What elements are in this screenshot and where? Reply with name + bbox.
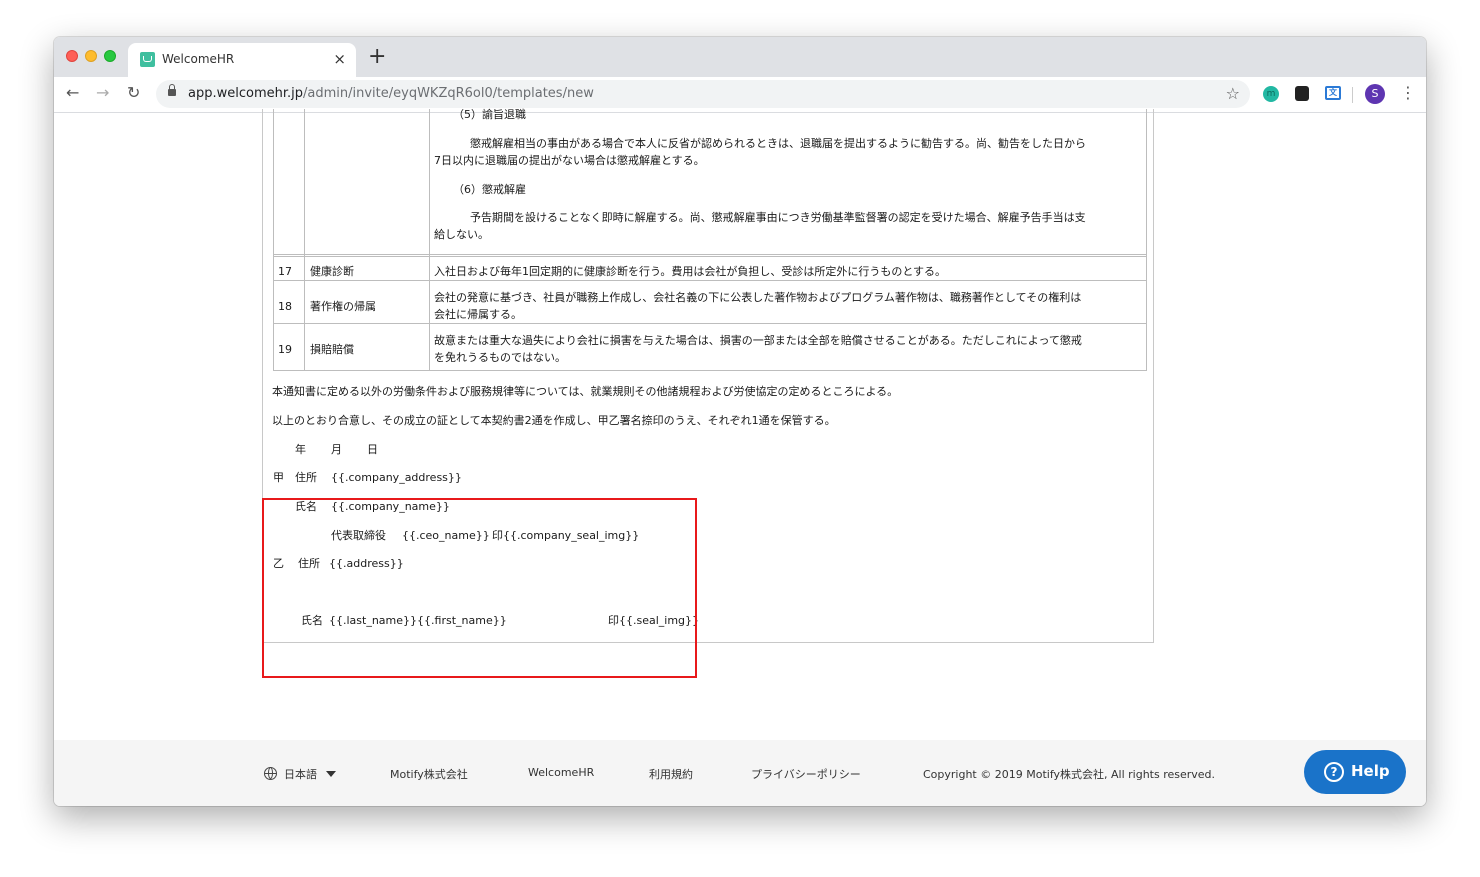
chevron-down-icon[interactable] [326,771,336,777]
date-month-label: 月 [331,443,342,456]
company-address-placeholder: {{.company_address}} [331,471,462,484]
url-host: app.welcomehr.jp [188,86,303,101]
forward-button[interactable]: → [96,83,109,103]
table-row-title: 損賠賠償 [310,343,354,356]
help-button[interactable]: ? Help [1304,750,1406,794]
page-content: （5）諭旨退職 懲戒解雇相当の事由がある場合で本人に反省が認められるときは、退職… [54,108,1426,740]
clause-body: 給しない。 [434,228,489,241]
clause-heading: （6）懲戒解雇 [453,183,526,196]
table-row-number: 17 [278,265,292,278]
tab-close-icon[interactable]: × [333,50,346,68]
address-bar[interactable]: app.welcomehr.jp/admin/invite/eyqWKZqR6o… [156,80,1250,108]
footer-link-welcomehr[interactable]: WelcomeHR [528,766,594,779]
tab-welcomehr[interactable]: WelcomeHR × [128,43,356,77]
table-row-number: 18 [278,300,292,313]
profile-avatar[interactable]: S [1365,84,1385,104]
browser-toolbar: ← → ↻ app.welcomehr.jp/admin/invite/eyqW… [54,77,1426,113]
back-button[interactable]: ← [66,83,79,103]
url-path: /admin/invite/eyqWKZqR6ol0/templates/new [303,86,594,101]
table-row-text: を免れうるものではない。 [434,351,566,364]
table-row-text: 入社日および毎年1回定期的に健康診断を行う。費用は会社が負担し、受診は所定外に行… [434,265,947,278]
footer-link-terms[interactable]: 利用規約 [649,766,693,782]
date-year-label: 年 [295,443,306,456]
table-row-text: 故意または重大な過失により会社に損害を与えた場合は、損害の一部または全部を賠償さ… [434,334,1082,347]
signature-highlight-box [262,498,697,678]
new-tab-button[interactable]: + [368,45,386,69]
clause-heading: （5）諭旨退職 [453,108,526,121]
clause-body: 7日以内に退職届の提出がない場合は懲戒解雇とする。 [434,154,705,167]
globe-icon [264,767,277,780]
toolbar-divider [1352,87,1353,103]
maximize-window-button[interactable] [104,50,116,62]
extension-translate-icon[interactable]: 文 [1325,86,1341,100]
table-row-text: 会社に帰属する。 [434,308,522,321]
clause-body: 懲戒解雇相当の事由がある場合で本人に反省が認められるときは、退職届を提出するよう… [470,137,1086,150]
table-row-number: 19 [278,343,292,356]
minimize-window-button[interactable] [85,50,97,62]
browser-menu-icon[interactable]: ⋮ [1400,83,1416,103]
question-icon: ? [1324,762,1344,782]
welcomehr-favicon-icon [140,52,155,67]
language-selector[interactable]: 日本語 [284,766,317,782]
tab-bar: WelcomeHR × + [54,37,1426,77]
paragraph-agreement: 以上のとおり合意し、その成立の証として本契約書2通を作成し、甲乙署名捺印のうえ、… [272,414,836,427]
terms-table: （5）諭旨退職 懲戒解雇相当の事由がある場合で本人に反省が認められるときは、退職… [273,108,1147,371]
close-window-button[interactable] [66,50,78,62]
table-row-text: 会社の発意に基づき、社員が職務上作成し、会社名義の下に公表した著作物およびプログ… [434,291,1082,304]
help-label: Help [1351,762,1390,780]
footer-link-company[interactable]: Motify株式会社 [390,766,468,782]
tab-title: WelcomeHR [162,52,235,66]
footer-link-privacy[interactable]: プライバシーポリシー [751,766,861,782]
clause-body: 予告期間を設けることなく即時に解雇する。尚、懲戒解雇事由につき労働基準監督署の認… [470,211,1086,224]
table-row-title: 著作権の帰属 [310,300,376,313]
paragraph-other-conditions: 本通知書に定める以外の労働条件および服務規律等については、就業規則その他諸規程お… [272,385,899,398]
party-a-label: 甲 [273,471,284,484]
url-text[interactable]: app.welcomehr.jp/admin/invite/eyqWKZqR6o… [188,86,594,101]
table-row-title: 健康診断 [310,265,354,278]
bookmark-star-icon[interactable]: ☆ [1226,84,1240,103]
browser-window: WelcomeHR × + ← → ↻ app.welcomehr.jp/adm… [54,37,1426,806]
extension-m-icon[interactable]: m [1263,86,1279,102]
page-footer: 日本語 Motify株式会社 WelcomeHR 利用規約 プライバシーポリシー… [54,740,1426,806]
date-day-label: 日 [367,443,378,456]
lock-icon [168,84,176,96]
footer-copyright: Copyright © 2019 Motify株式会社, All rights … [923,768,1216,781]
extension-owl-icon[interactable] [1295,86,1309,101]
reload-button[interactable]: ↻ [127,83,140,103]
company-address-label: 住所 [295,471,317,484]
